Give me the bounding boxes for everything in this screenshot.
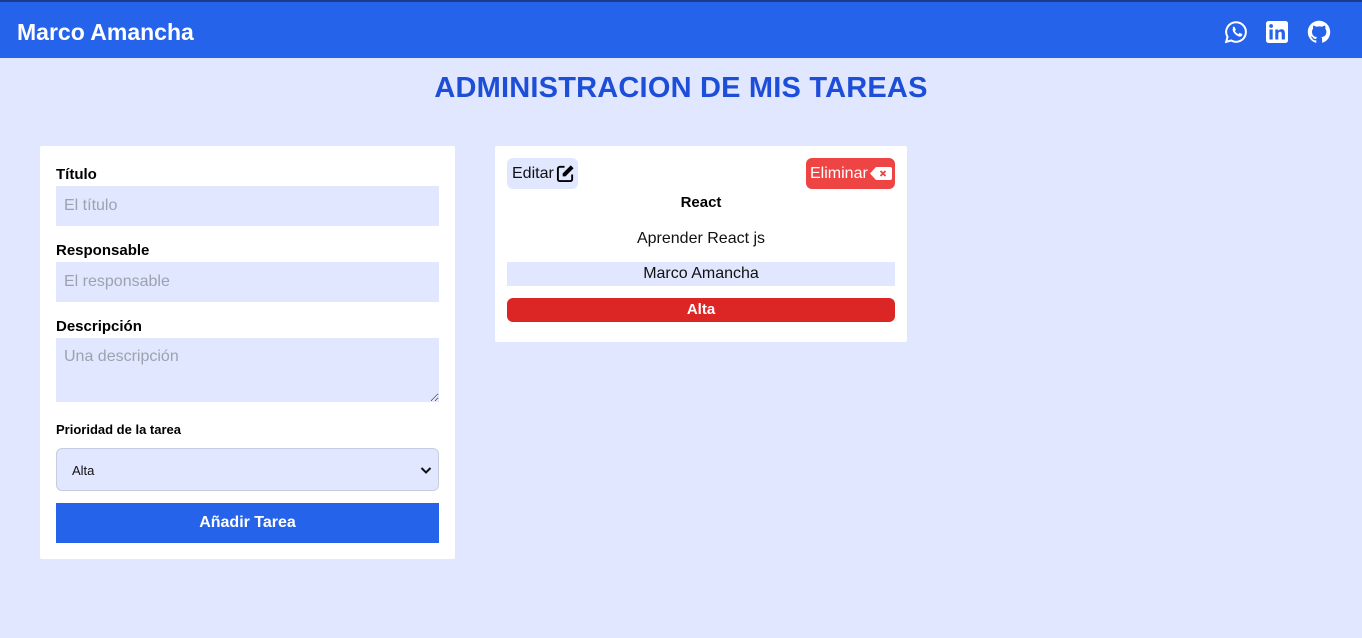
backspace-icon <box>870 167 892 180</box>
brand-name[interactable]: Marco Amancha <box>17 19 194 46</box>
edit-button[interactable]: Editar <box>507 158 578 189</box>
task-form: Título Responsable Descripción Prioridad… <box>40 146 455 559</box>
description-textarea[interactable] <box>56 338 439 402</box>
delete-button-label: Eliminar <box>810 165 868 182</box>
task-responsible: Marco Amancha <box>507 262 895 286</box>
responsible-input[interactable] <box>56 262 439 302</box>
edit-button-label: Editar <box>512 165 554 182</box>
chevron-down-icon <box>420 467 432 474</box>
navbar: Marco Amancha <box>0 0 1362 58</box>
priority-label: Prioridad de la tarea <box>56 422 181 437</box>
title-label: Título <box>56 166 97 183</box>
description-label: Descripción <box>56 318 142 335</box>
whatsapp-icon[interactable] <box>1224 20 1248 44</box>
responsible-label: Responsable <box>56 242 150 259</box>
task-priority-badge: Alta <box>507 298 895 322</box>
task-description: Aprender React js <box>636 230 766 247</box>
delete-button[interactable]: Eliminar <box>806 158 895 189</box>
github-icon[interactable] <box>1307 20 1331 44</box>
edit-icon <box>556 165 574 183</box>
page-title: ADMINISTRACION DE MIS TAREAS <box>434 72 928 104</box>
linkedin-icon[interactable] <box>1265 20 1289 44</box>
priority-select[interactable]: Alta <box>56 448 439 491</box>
task-title: React <box>680 194 722 211</box>
task-card: Editar Eliminar React Aprender React js … <box>495 146 907 342</box>
title-input[interactable] <box>56 186 439 226</box>
add-task-button[interactable]: Añadir Tarea <box>56 503 439 543</box>
priority-selected-value: Alta <box>72 463 95 478</box>
